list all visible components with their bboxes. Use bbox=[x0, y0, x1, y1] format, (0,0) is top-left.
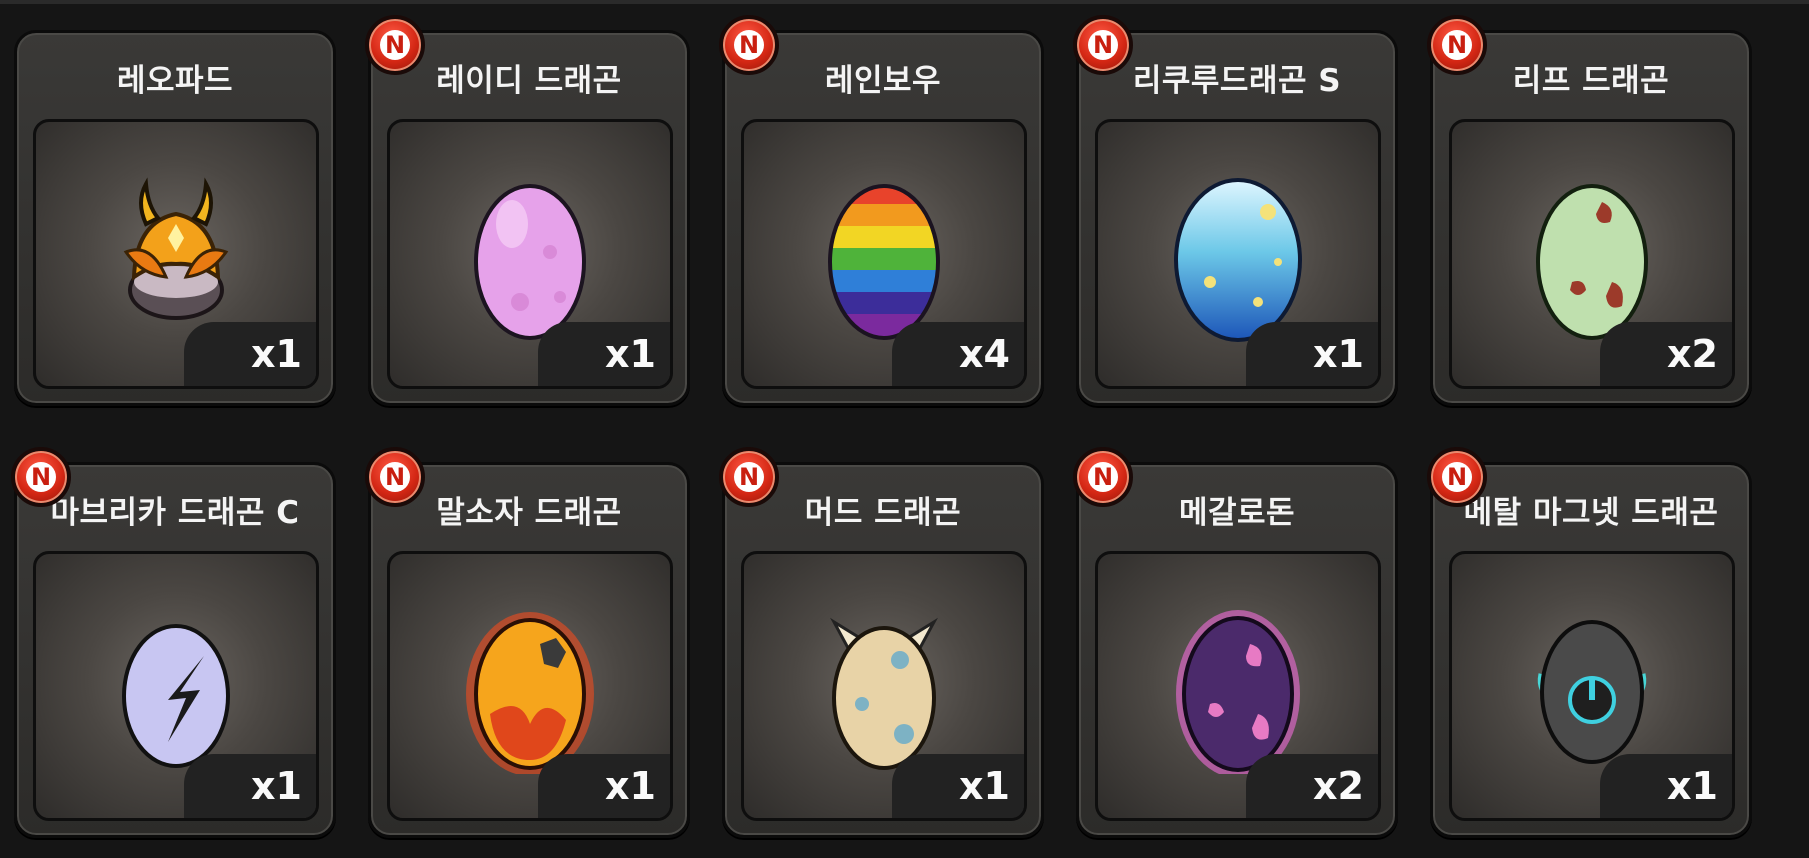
egg-card[interactable]: 레이디 드래곤 x1 N bbox=[365, 15, 690, 406]
egg-slot: x1 bbox=[33, 551, 319, 821]
count-label: x1 bbox=[1667, 764, 1718, 808]
metal-magnet-dragon-egg-icon bbox=[1537, 620, 1647, 764]
egg-card[interactable]: 레인보우 x4 N bbox=[719, 15, 1044, 406]
new-badge-label: N bbox=[734, 30, 764, 60]
count-badge: x2 bbox=[1600, 322, 1732, 386]
count-badge: x1 bbox=[538, 322, 670, 386]
new-badge: N bbox=[1073, 15, 1133, 75]
new-badge-label: N bbox=[380, 462, 410, 492]
new-badge-label: N bbox=[1442, 462, 1472, 492]
egg-slot: x4 bbox=[741, 119, 1027, 389]
egg-slot: x1 bbox=[1095, 119, 1381, 389]
leopard-egg-icon bbox=[123, 177, 229, 320]
new-badge: N bbox=[1427, 15, 1487, 75]
new-badge: N bbox=[719, 15, 779, 75]
mud-dragon-egg-icon bbox=[830, 617, 938, 770]
new-badge: N bbox=[1427, 447, 1487, 507]
count-badge: x1 bbox=[1246, 322, 1378, 386]
count-label: x4 bbox=[959, 332, 1010, 376]
count-label: x1 bbox=[605, 332, 656, 376]
count-badge: x2 bbox=[1246, 754, 1378, 818]
count-badge: x4 bbox=[892, 322, 1024, 386]
new-badge-label: N bbox=[26, 462, 56, 492]
egg-card[interactable]: 머드 드래곤 x1 N bbox=[719, 447, 1044, 838]
count-label: x1 bbox=[251, 332, 302, 376]
count-label: x1 bbox=[959, 764, 1010, 808]
new-badge-label: N bbox=[1088, 30, 1118, 60]
new-badge: N bbox=[11, 447, 71, 507]
new-badge-label: N bbox=[734, 462, 764, 492]
egg-slot: x1 bbox=[387, 119, 673, 389]
egg-slot: x2 bbox=[1095, 551, 1381, 821]
egg-card[interactable]: 마브리카 드래곤 C x1 N bbox=[11, 447, 336, 838]
egg-slot: x2 bbox=[1449, 119, 1735, 389]
count-label: x2 bbox=[1667, 332, 1718, 376]
egg-name: 레오파드 bbox=[116, 63, 234, 99]
leaf-dragon-egg-icon bbox=[1536, 184, 1648, 340]
egg-slot: x1 bbox=[1449, 551, 1735, 821]
count-badge: x1 bbox=[892, 754, 1024, 818]
egg-card[interactable]: 말소자 드래곤 x1 N bbox=[365, 447, 690, 838]
malsoja-dragon-egg-icon bbox=[466, 612, 594, 774]
count-label: x1 bbox=[605, 764, 656, 808]
egg-inventory-grid: 레오파드 x1 레이디 드래곤 x1 N 레인보우 x4 N 리쿠루드래곤 S … bbox=[0, 0, 1809, 858]
lady-dragon-egg-icon bbox=[474, 184, 586, 340]
megalodon-egg-icon bbox=[1176, 610, 1300, 774]
new-badge-label: N bbox=[1442, 30, 1472, 60]
egg-slot: x1 bbox=[33, 119, 319, 389]
egg-card[interactable]: 리쿠루드래곤 S x1 N bbox=[1073, 15, 1398, 406]
rikuru-dragon-egg-icon bbox=[1174, 178, 1302, 342]
new-badge-label: N bbox=[1088, 462, 1118, 492]
rainbow-egg-icon bbox=[828, 184, 940, 340]
count-badge: x1 bbox=[1600, 754, 1732, 818]
egg-slot: x1 bbox=[741, 551, 1027, 821]
egg-card[interactable]: 메탈 마그넷 드래곤 x1 N bbox=[1427, 447, 1752, 838]
count-badge: x1 bbox=[184, 754, 316, 818]
count-badge: x1 bbox=[538, 754, 670, 818]
new-badge: N bbox=[365, 15, 425, 75]
count-badge: x1 bbox=[184, 322, 316, 386]
new-badge-label: N bbox=[380, 30, 410, 60]
new-badge: N bbox=[719, 447, 779, 507]
count-label: x1 bbox=[251, 764, 302, 808]
new-badge: N bbox=[365, 447, 425, 507]
egg-card[interactable]: 리프 드래곤 x2 N bbox=[1427, 15, 1752, 406]
egg-slot: x1 bbox=[387, 551, 673, 821]
count-label: x2 bbox=[1313, 764, 1364, 808]
egg-card[interactable]: 메갈로돈 x2 N bbox=[1073, 447, 1398, 838]
count-label: x1 bbox=[1313, 332, 1364, 376]
mabrika-dragon-egg-icon bbox=[122, 624, 230, 768]
egg-card[interactable]: 레오파드 x1 bbox=[14, 30, 336, 406]
new-badge: N bbox=[1073, 447, 1133, 507]
